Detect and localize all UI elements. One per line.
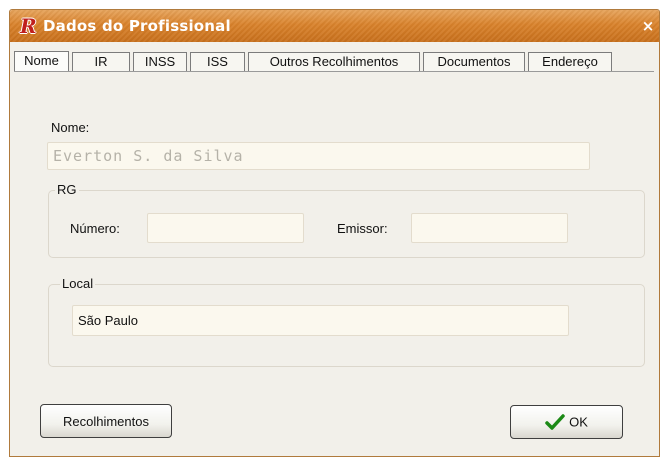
tab-panel-nome: Nome: Everton S. da Silva RG Número: Emi… bbox=[14, 71, 654, 453]
tab-nome[interactable]: Nome bbox=[14, 51, 69, 72]
close-icon[interactable]: × bbox=[641, 19, 655, 34]
rg-group: RG Número: Emissor: bbox=[48, 182, 645, 258]
local-group-title: Local bbox=[60, 276, 96, 291]
tab-bar: Nome IR INSS ISS Outros Recolhimentos Do… bbox=[14, 51, 615, 72]
tab-inss[interactable]: INSS bbox=[133, 52, 187, 71]
tab-outros-recolhimentos[interactable]: Outros Recolhimentos bbox=[248, 52, 420, 71]
tab-iss[interactable]: ISS bbox=[190, 52, 245, 71]
tab-documentos[interactable]: Documentos bbox=[423, 52, 525, 71]
app-logo-icon: R bbox=[20, 14, 37, 38]
rg-emissor-field[interactable] bbox=[411, 213, 568, 243]
tab-endereco[interactable]: Endereço bbox=[528, 52, 612, 71]
emissor-label: Emissor: bbox=[337, 221, 388, 236]
local-field[interactable]: São Paulo bbox=[72, 305, 569, 336]
title-bar[interactable]: R Dados do Profissional × bbox=[10, 10, 659, 42]
rg-numero-field[interactable] bbox=[147, 213, 304, 243]
nome-label: Nome: bbox=[51, 120, 90, 135]
tab-ir[interactable]: IR bbox=[72, 52, 130, 71]
local-group: Local São Paulo bbox=[48, 276, 645, 367]
ok-button[interactable]: OK bbox=[510, 405, 623, 439]
numero-label: Número: bbox=[70, 221, 120, 236]
recolhimentos-button[interactable]: Recolhimentos bbox=[40, 404, 172, 438]
ok-label: OK bbox=[569, 414, 588, 430]
rg-group-title: RG bbox=[55, 182, 79, 197]
nome-field[interactable]: Everton S. da Silva bbox=[47, 142, 590, 170]
window-title: Dados do Profissional bbox=[43, 17, 231, 35]
dialog-window: R Dados do Profissional × Nome IR INSS I… bbox=[9, 9, 660, 457]
check-icon bbox=[545, 414, 565, 430]
